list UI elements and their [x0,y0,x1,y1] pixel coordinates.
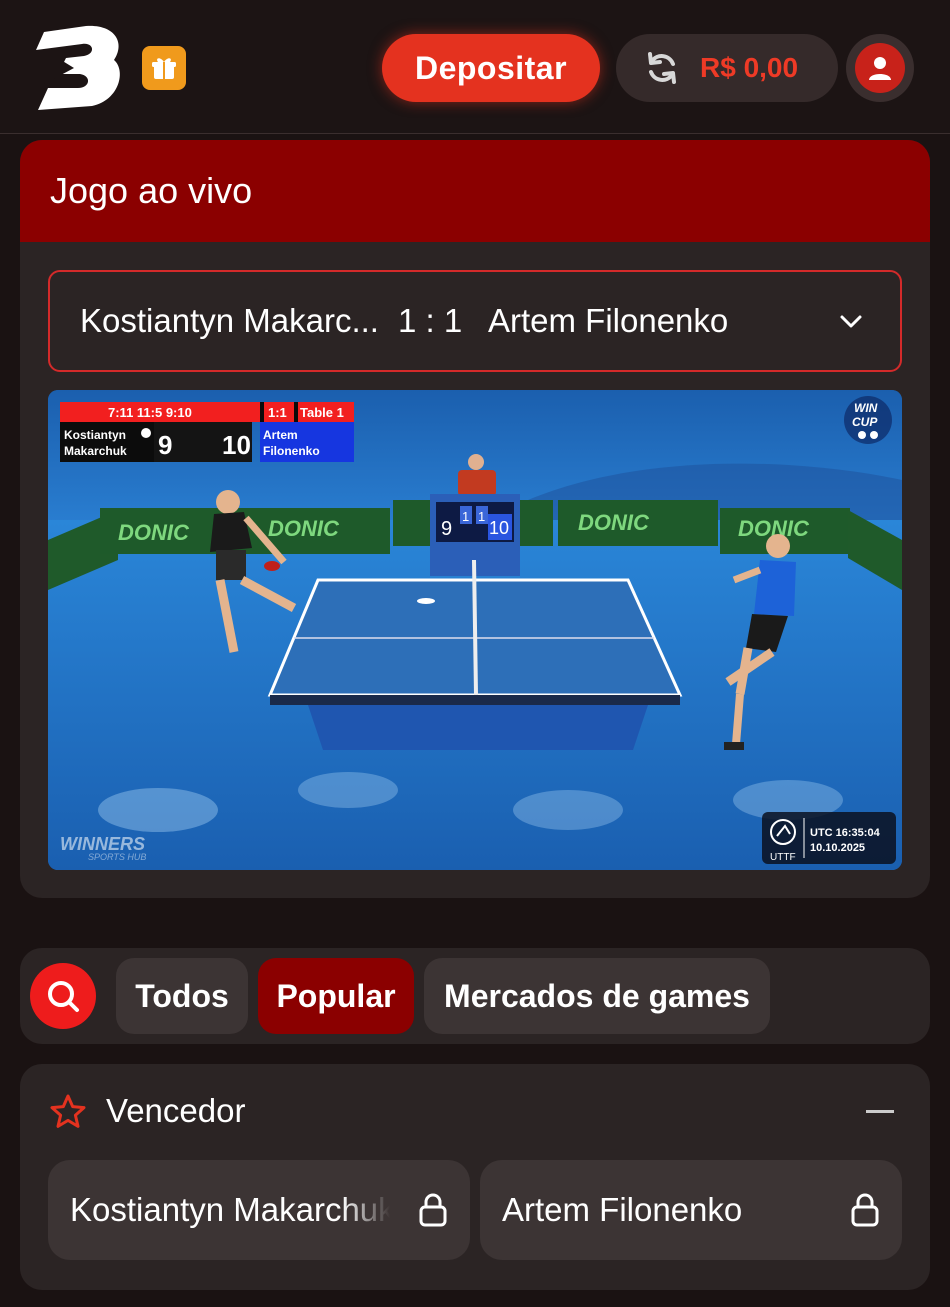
chevron-down-icon[interactable] [838,308,864,334]
top-header: Depositar R$ 0,00 [0,0,950,134]
overlay-p1-first: Kostiantyn [64,428,126,442]
overlay-sets: 7:11 11:5 9:10 [108,405,192,420]
overlay-table: Table 1 [300,405,344,420]
board-left-score: 9 [441,518,452,540]
live-game-title: Jogo ao vivo [20,140,930,242]
cup-logo-line1: WIN [854,401,878,415]
sponsor-banner-1: DONIC [118,520,190,545]
gift-icon[interactable] [142,46,186,90]
board-set-1: 1 [462,509,469,524]
utc-time: UTC 16:35:04 [810,827,881,839]
watermark-title: WINNERS [60,834,145,854]
sponsor-banner-3: DONIC [578,510,650,535]
odd-option-label: Kostiantyn Makarchuk [70,1191,390,1228]
overlay-p1-points: 9 [158,430,172,460]
overlay-p2-points: 10 [222,430,251,460]
filter-todos[interactable]: Todos [116,958,248,1034]
live-video-stream[interactable]: DONIC DONIC DONIC DONIC 9 1 1 10 7:11 11… [48,390,902,870]
cup-logo-line2: CUP [852,415,878,429]
match-selector[interactable]: Kostiantyn Makarc... 1 : 1 Artem Filonen… [48,270,902,372]
watermark-subtitle: SPORTS HUB [88,852,146,862]
sponsor-banner-2: DONIC [268,516,340,541]
deposit-button[interactable]: Depositar [382,34,600,102]
utc-date: 10.10.2025 [810,842,865,854]
filter-mercados-de-games[interactable]: Mercados de games [424,958,770,1034]
odd-option-label: Artem Filonenko [502,1191,743,1228]
overlay-p1-last: Makarchuk [64,444,127,458]
collapse-icon[interactable] [866,1110,894,1113]
search-button[interactable] [30,963,96,1029]
live-game-card: Jogo ao vivo Kostiantyn Makarc... 1 : 1 … [20,140,930,898]
refresh-icon[interactable] [644,50,680,86]
market-filter-bar: Todos Popular Mercados de games [20,948,930,1044]
brand-logo[interactable] [34,22,126,112]
user-icon [869,57,891,80]
lock-icon [851,1193,879,1227]
overlay-p2-first: Artem [263,428,298,442]
filter-popular[interactable]: Popular [258,958,414,1034]
odd-option-player2[interactable]: Artem Filonenko [480,1160,902,1260]
overlay-p2-last: Filonenko [263,444,320,458]
star-icon[interactable] [48,1092,88,1132]
odd-option-player1[interactable]: Kostiantyn Makarchuk [48,1160,470,1260]
balance-display[interactable]: R$ 0,00 [616,34,838,102]
overlay-set-score: 1:1 [268,405,287,420]
lock-icon [419,1193,447,1227]
profile-button[interactable] [846,34,914,102]
match-player1: Kostiantyn Makarc... [80,302,379,339]
market-vencedor: Vencedor Kostiantyn Makarchuk Artem Filo… [20,1064,930,1290]
market-title: Vencedor [106,1092,246,1129]
board-set-2: 1 [478,509,485,524]
balance-amount: R$ 0,00 [700,52,799,83]
search-icon [48,981,79,1012]
match-score: 1 : 1 [398,302,463,339]
uttf-label: UTTF [770,852,796,863]
board-right-score: 10 [489,518,509,538]
